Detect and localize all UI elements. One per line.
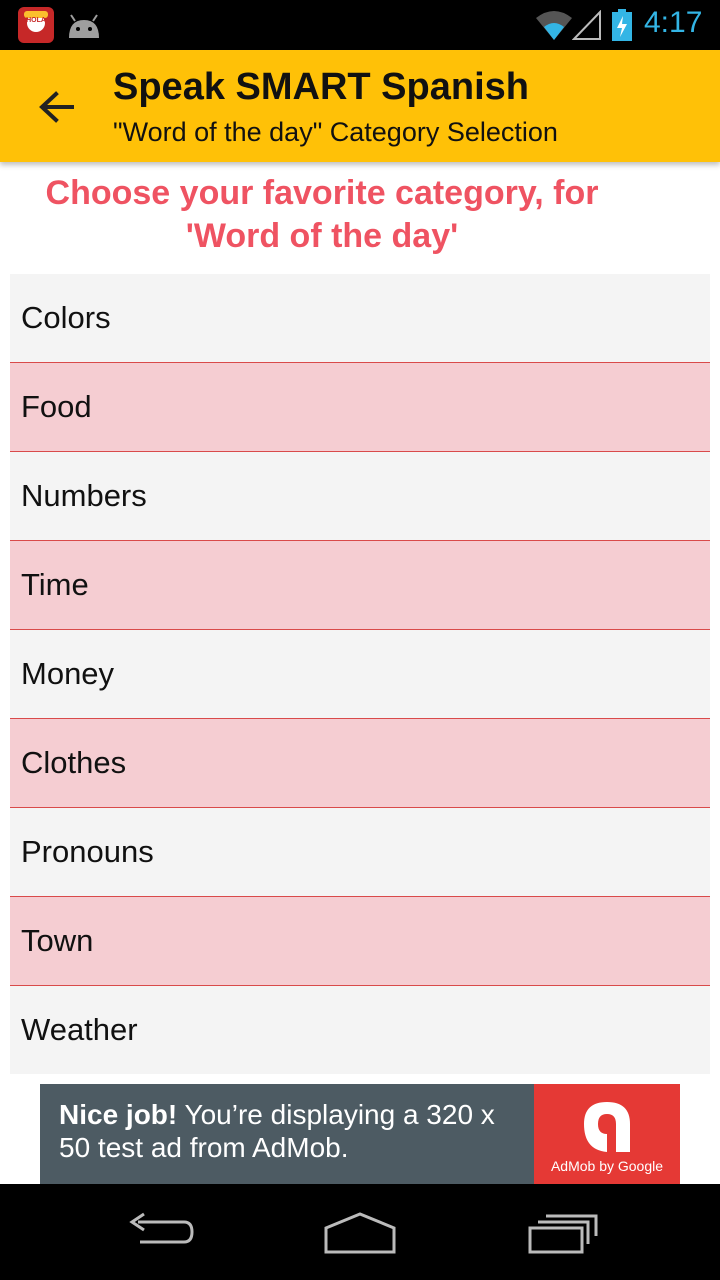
app-title: Speak SMART Spanish (113, 66, 529, 108)
heading-line-1: Choose your favorite category, for (45, 174, 599, 212)
app-icon-label: HOLA (26, 17, 46, 24)
ad-logo-label: AdMob by Google (550, 1158, 664, 1174)
admob-icon (584, 1102, 630, 1152)
wifi-icon (536, 11, 572, 40)
back-nav-icon[interactable] (124, 1206, 196, 1258)
list-item-town[interactable]: Town (10, 897, 710, 986)
signal-icon (572, 10, 601, 40)
app-notification-icon: HOLA (18, 7, 54, 43)
app-bar: Speak SMART Spanish "Word of the day" Ca… (0, 50, 720, 162)
home-nav-icon[interactable] (324, 1206, 396, 1258)
ad-bold-text: Nice job! (59, 1099, 178, 1130)
status-bar: HOLA 4:17 (0, 0, 720, 50)
list-item-numbers[interactable]: Numbers (10, 452, 710, 541)
list-item-money[interactable]: Money (10, 630, 710, 719)
list-item-clothes[interactable]: Clothes (10, 719, 710, 808)
status-time: 4:17 (644, 6, 703, 39)
ad-text: Nice job! You’re displaying a 320 x 50 t… (59, 1098, 529, 1164)
arrow-back-icon[interactable] (28, 80, 84, 136)
list-item-colors[interactable]: Colors (10, 274, 710, 363)
android-icon (69, 14, 99, 38)
heading-line-2: 'Word of the day' (185, 217, 459, 255)
app-subtitle: "Word of the day" Category Selection (113, 117, 558, 147)
admob-logo: AdMob by Google (534, 1084, 680, 1184)
list-item-food[interactable]: Food (10, 363, 710, 452)
category-heading: Choose your favorite category, for 'Word… (0, 172, 644, 258)
ad-banner[interactable]: Nice job! You’re displaying a 320 x 50 t… (40, 1084, 680, 1184)
recents-nav-icon[interactable] (526, 1206, 598, 1258)
list-item-pronouns[interactable]: Pronouns (10, 808, 710, 897)
category-list: Colors Food Numbers Time Money Clothes P… (10, 274, 710, 1074)
list-item-weather[interactable]: Weather (10, 986, 710, 1074)
list-item-time[interactable]: Time (10, 541, 710, 630)
battery-charging-icon (612, 9, 632, 41)
nav-bar (0, 1184, 720, 1280)
